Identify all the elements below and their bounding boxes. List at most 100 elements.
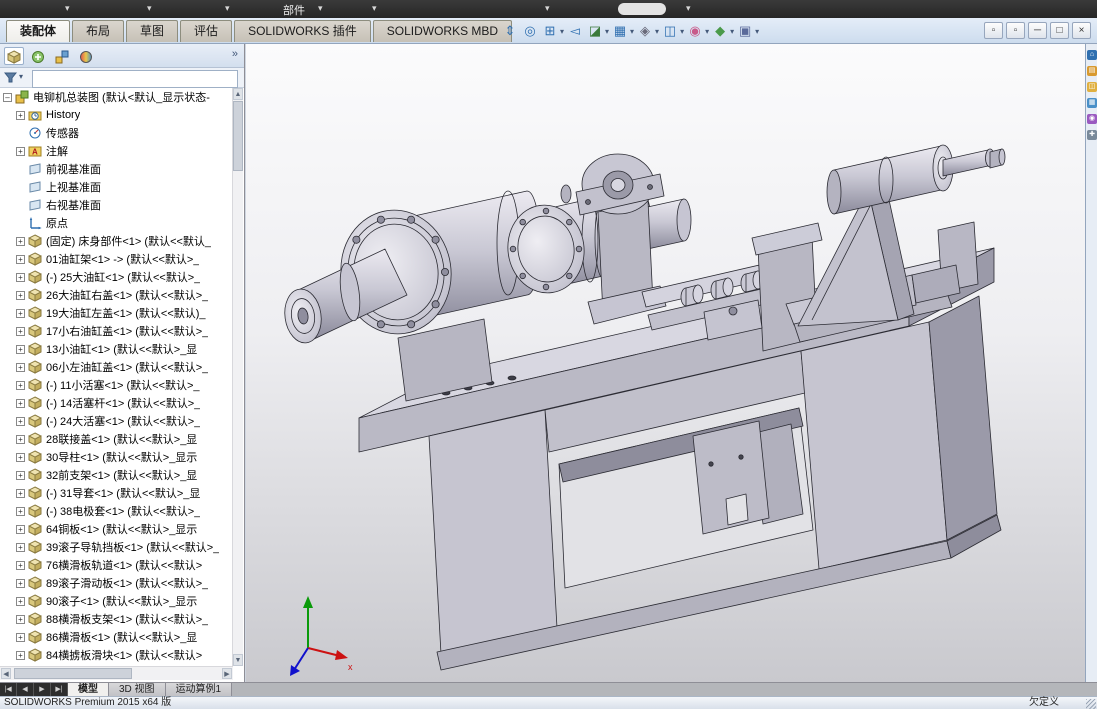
- tab-scroll-button[interactable]: ◀: [17, 683, 34, 696]
- toolbar-pill[interactable]: [618, 3, 666, 15]
- tree-item[interactable]: +(-) 31导套<1> (默认<<默认>_显: [0, 484, 233, 502]
- tree-item[interactable]: +39滚子导轨挡板<1> (默认<<默认>_: [0, 538, 233, 556]
- tree-item[interactable]: +86横滑板<1> (默认<<默认>_显: [0, 628, 233, 646]
- menu-dropdown-caret[interactable]: ▾: [147, 3, 152, 14]
- dropdown-caret-icon[interactable]: ▾: [705, 27, 709, 36]
- tree-expander[interactable]: +: [16, 309, 25, 318]
- resize-grip[interactable]: [1086, 699, 1096, 709]
- dropdown-caret-icon[interactable]: ▾: [605, 27, 609, 36]
- tree-item[interactable]: +88横滑板支架<1> (默认<<默认>_: [0, 610, 233, 628]
- tree-horizontal-scrollbar[interactable]: ◀ ▶: [0, 666, 233, 680]
- tree-item[interactable]: +17小右油缸盖<1> (默认<<默认>_: [0, 322, 233, 340]
- zoom-to-fit-icon[interactable]: ◎: [521, 22, 539, 40]
- scroll-thumb[interactable]: [14, 668, 132, 679]
- menu-dropdown-caret[interactable]: ▾: [225, 3, 230, 14]
- tree-item[interactable]: +30导柱<1> (默认<<默认>_显示: [0, 448, 233, 466]
- tree-item[interactable]: 前视基准面: [0, 160, 233, 178]
- configurationmanager-icon[interactable]: [52, 47, 72, 65]
- tree-expander[interactable]: +: [16, 489, 25, 498]
- tree-vertical-scrollbar[interactable]: ▲ ▼: [232, 88, 243, 666]
- previous-view-icon[interactable]: ◅: [566, 22, 584, 40]
- tree-expander[interactable]: +: [16, 615, 25, 624]
- tree-item[interactable]: 传感器: [0, 124, 233, 142]
- graphics-viewport[interactable]: x: [246, 44, 1085, 682]
- filter-caret-icon[interactable]: ▾: [19, 72, 23, 81]
- tree-item[interactable]: +History: [0, 106, 233, 124]
- restore-button[interactable]: □: [1050, 22, 1069, 39]
- close-button[interactable]: ×: [1072, 22, 1091, 39]
- zoom-area-icon[interactable]: ⊞: [541, 22, 559, 40]
- ribbon-tab-SOLIDWORKS MBD[interactable]: SOLIDWORKS MBD: [373, 20, 512, 42]
- filter-funnel-icon[interactable]: [4, 71, 17, 89]
- tree-item[interactable]: +(-) 25大油缸<1> (默认<<默认>_: [0, 268, 233, 286]
- ribbon-tab-评估[interactable]: 评估: [180, 20, 232, 42]
- tree-item[interactable]: +64铜板<1> (默认<<默认>_显示: [0, 520, 233, 538]
- doc-tab-模型[interactable]: 模型: [68, 683, 109, 696]
- design-library-icon[interactable]: ▤: [1087, 66, 1097, 76]
- dropdown-caret-icon[interactable]: ▾: [560, 27, 564, 36]
- featuremanager-tree-icon[interactable]: [4, 47, 24, 65]
- tree-item[interactable]: +76横滑板轨道<1> (默认<<默认>: [0, 556, 233, 574]
- tree-expander[interactable]: +: [16, 327, 25, 336]
- resources-icon[interactable]: ⌂: [1087, 50, 1097, 60]
- ribbon-tab-草图[interactable]: 草图: [126, 20, 178, 42]
- overflow-menu-parts[interactable]: 部件: [283, 2, 305, 18]
- section-view-icon[interactable]: ◪: [586, 22, 604, 40]
- tree-item[interactable]: 上视基准面: [0, 178, 233, 196]
- tree-item[interactable]: +84横掳板滑块<1> (默认<<默认>: [0, 646, 233, 664]
- tree-item[interactable]: +(固定) 床身部件<1> (默认<<默认_: [0, 232, 233, 250]
- tree-item[interactable]: +89滚子滑动板<1> (默认<<默认>_: [0, 574, 233, 592]
- custom-properties-icon[interactable]: ✚: [1087, 130, 1097, 140]
- ribbon-tab-装配体[interactable]: 装配体: [6, 20, 70, 42]
- dropdown-caret-icon[interactable]: ▾: [630, 27, 634, 36]
- tree-expander[interactable]: +: [16, 543, 25, 552]
- scroll-right-arrow[interactable]: ▶: [222, 668, 232, 679]
- edit-appearance-icon[interactable]: ◉: [686, 22, 704, 40]
- doc-window-icon-2[interactable]: ▫: [1006, 22, 1025, 39]
- apply-scene-icon[interactable]: ◆: [711, 22, 729, 40]
- display-style-icon[interactable]: ◈: [636, 22, 654, 40]
- tree-expander[interactable]: +: [16, 255, 25, 264]
- hide-show-items-icon[interactable]: ◫: [661, 22, 679, 40]
- tree-item[interactable]: +01油缸架<1> -> (默认<<默认>_: [0, 250, 233, 268]
- appearances-icon[interactable]: ◉: [1087, 114, 1097, 124]
- tree-filter-input[interactable]: [32, 70, 238, 88]
- tree-expander[interactable]: +: [16, 597, 25, 606]
- menu-dropdown-caret[interactable]: ▾: [545, 3, 550, 14]
- dropdown-caret-icon[interactable]: ▾: [655, 27, 659, 36]
- tree-item[interactable]: 原点: [0, 214, 233, 232]
- scroll-thumb[interactable]: [233, 101, 243, 171]
- doc-tab-运动算例1[interactable]: 运动算例1: [166, 683, 233, 696]
- tree-item[interactable]: +13小油缸<1> (默认<<默认>_显: [0, 340, 233, 358]
- tree-item[interactable]: +06小左油缸盖<1> (默认<<默认>_: [0, 358, 233, 376]
- tree-expander[interactable]: +: [16, 381, 25, 390]
- menu-dropdown-caret[interactable]: ▾: [318, 3, 323, 14]
- tree-item[interactable]: +(-) 14活塞杆<1> (默认<<默认>_: [0, 394, 233, 412]
- dropdown-caret-icon[interactable]: ▾: [680, 27, 684, 36]
- menu-dropdown-caret[interactable]: ▾: [686, 3, 691, 14]
- tree-expander[interactable]: +: [16, 345, 25, 354]
- tree-expander[interactable]: +: [16, 579, 25, 588]
- view-orientation-icon[interactable]: ▦: [611, 22, 629, 40]
- tree-item[interactable]: +(-) 24大活塞<1> (默认<<默认>_: [0, 412, 233, 430]
- tree-expander[interactable]: –: [3, 93, 12, 102]
- tree-expander[interactable]: +: [16, 111, 25, 120]
- tree-expander[interactable]: +: [16, 435, 25, 444]
- menu-dropdown-caret[interactable]: ▾: [65, 3, 70, 14]
- tree-item[interactable]: 右视基准面: [0, 196, 233, 214]
- tree-item[interactable]: +A注解: [0, 142, 233, 160]
- ribbon-tab-布局[interactable]: 布局: [72, 20, 124, 42]
- tree-item[interactable]: +19大油缸左盖<1> (默认<<默认)_: [0, 304, 233, 322]
- tab-scroll-button[interactable]: |◀: [0, 683, 17, 696]
- tree-expander[interactable]: +: [16, 561, 25, 570]
- tab-scroll-button[interactable]: ▶|: [51, 683, 68, 696]
- tree-expander[interactable]: +: [16, 363, 25, 372]
- tree-expander[interactable]: +: [16, 471, 25, 480]
- tree-expander[interactable]: +: [16, 507, 25, 516]
- tree-expander[interactable]: +: [16, 399, 25, 408]
- scroll-up-arrow[interactable]: ▲: [233, 88, 243, 100]
- tree-item[interactable]: –电铆机总装图 (默认<默认_显示状态-: [0, 88, 233, 106]
- menu-dropdown-caret[interactable]: ▾: [372, 3, 377, 14]
- tree-expander[interactable]: +: [16, 273, 25, 282]
- propertymanager-icon[interactable]: [28, 47, 48, 65]
